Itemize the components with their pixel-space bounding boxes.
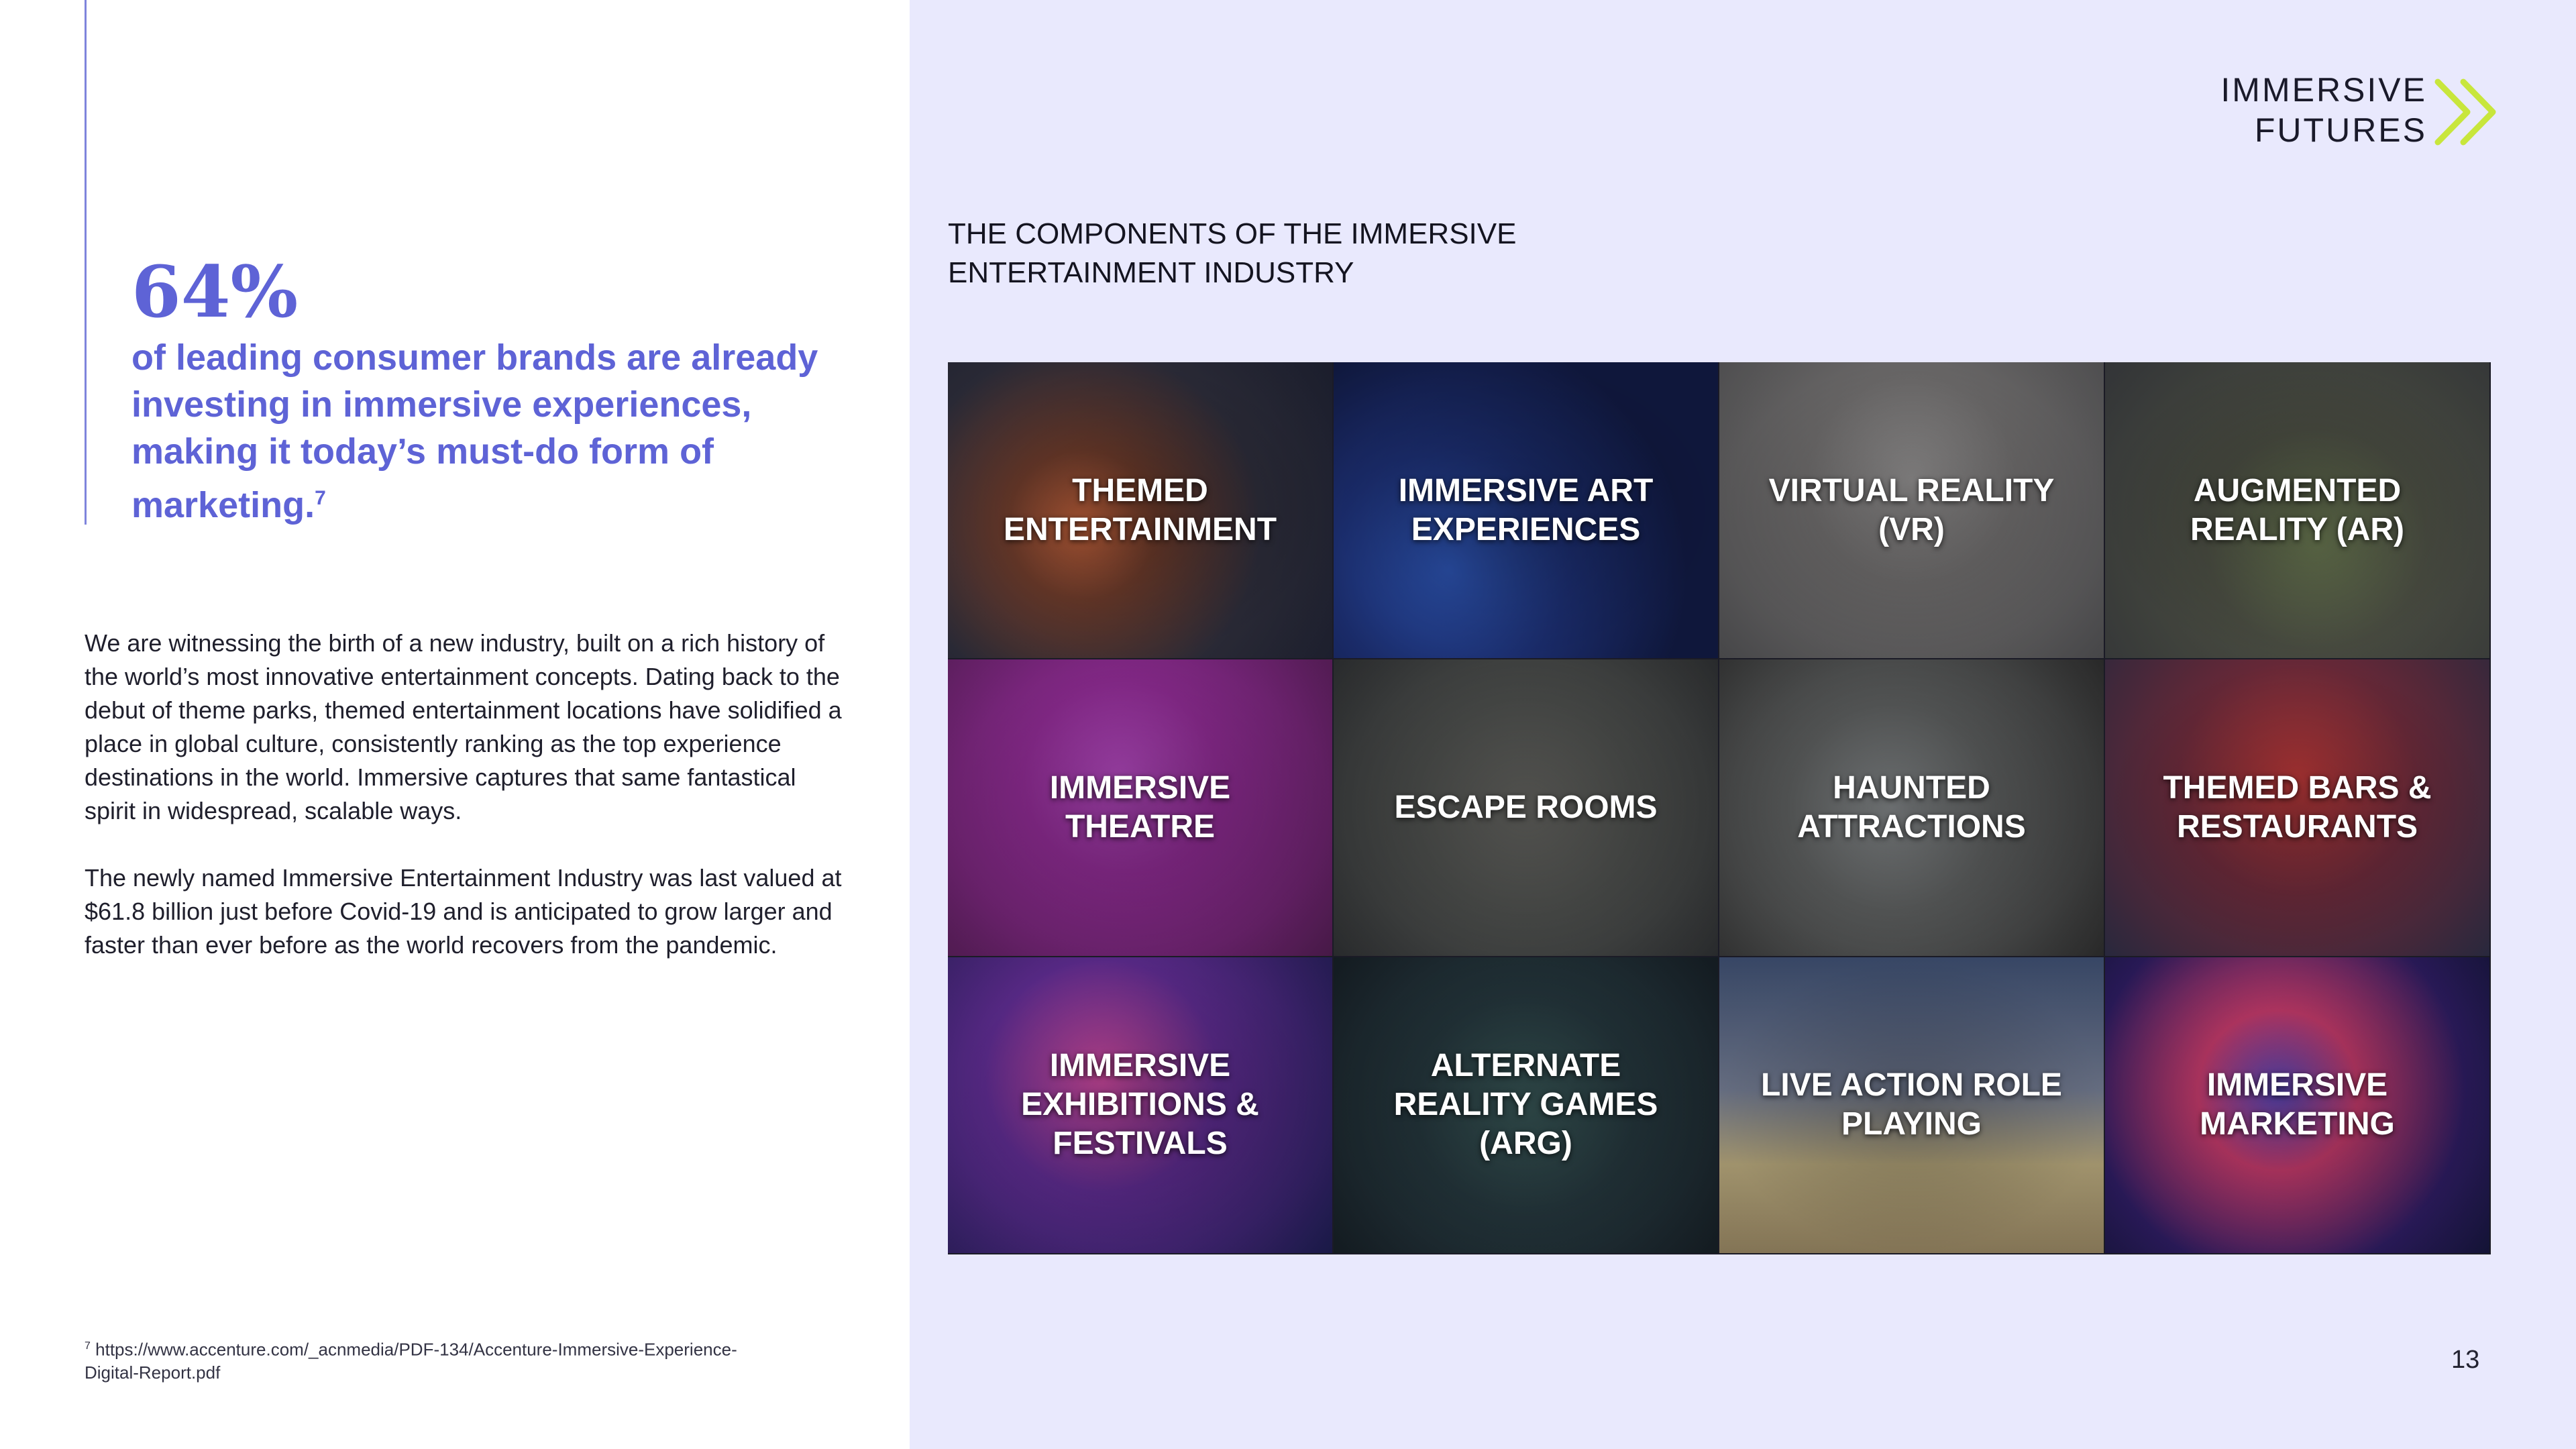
footnote-ref: 7 [315, 487, 326, 509]
stat-value: 64% [131, 250, 299, 333]
left-panel: 64% of leading consumer brands are alrea… [0, 0, 910, 1449]
tile-label: LIVE ACTION ROLE PLAYING [1761, 1067, 2062, 1142]
tile-label: ESCAPE ROOMS [1394, 789, 1658, 825]
tile-exhibitions-festivals[interactable]: IMMERSIVE EXHIBITIONS & FESTIVALS [948, 957, 1334, 1254]
tile-immersive-theatre[interactable]: IMMERSIVE THEATRE [948, 659, 1334, 957]
tile-label: HAUNTED ATTRACTIONS [1797, 769, 2026, 845]
logo-line-1: IMMERSIVE [2220, 71, 2427, 109]
section-title: THE COMPONENTS OF THE IMMERSIVE ENTERTAI… [948, 217, 1517, 289]
tile-label: AUGMENTED REALITY (AR) [2190, 472, 2405, 547]
footnote: 7 https://www.accenture.com/_acnmedia/PD… [85, 1335, 755, 1384]
tile-label: IMMERSIVE ART EXPERIENCES [1398, 472, 1654, 547]
page-number: 13 [2451, 1346, 2480, 1374]
brand-logo: IMMERSIVE FUTURES [2220, 67, 2502, 154]
tile-haunted-attractions[interactable]: HAUNTED ATTRACTIONS [1719, 659, 2105, 957]
body-paragraph-1: We are witnessing the birth of a new ind… [85, 629, 842, 824]
tile-alternate-reality-games[interactable]: ALTERNATE REALITY GAMES (ARG) [1334, 957, 1719, 1254]
tile-themed-entertainment[interactable]: THEMED ENTERTAINMENT [948, 362, 1334, 660]
tile-label: THEMED ENTERTAINMENT [1003, 472, 1277, 547]
logo-wordmark: IMMERSIVE FUTURES [2220, 70, 2427, 150]
tile-immersive-art[interactable]: IMMERSIVE ART EXPERIENCES [1334, 362, 1719, 660]
tile-immersive-marketing[interactable]: IMMERSIVE MARKETING [2105, 957, 2491, 1254]
tile-escape-rooms[interactable]: ESCAPE ROOMS [1334, 659, 1719, 957]
components-grid: THEMED ENTERTAINMENT IMMERSIVE ART EXPER… [948, 362, 2491, 1254]
tile-label: VIRTUAL REALITY (VR) [1768, 472, 2055, 547]
tile-label: THEMED BARS & RESTAURANTS [2163, 769, 2432, 845]
footnote-link[interactable]: https://www.accenture.com/_acnmedia/PDF-… [85, 1340, 737, 1383]
stat-text: of leading consumer brands are already i… [131, 337, 818, 525]
tile-label: IMMERSIVE EXHIBITIONS & FESTIVALS [1021, 1048, 1259, 1162]
tile-augmented-reality[interactable]: AUGMENTED REALITY (AR) [2105, 362, 2491, 660]
double-chevron-icon [2434, 78, 2496, 146]
tile-label: IMMERSIVE THEATRE [1049, 769, 1231, 845]
tile-label: IMMERSIVE MARKETING [2200, 1067, 2395, 1142]
logo-line-2: FUTURES [2254, 111, 2427, 149]
body-copy: We are witnessing the birth of a new ind… [85, 627, 849, 996]
tile-themed-bars[interactable]: THEMED BARS & RESTAURANTS [2105, 659, 2491, 957]
body-paragraph-2: The newly named Immersive Entertainment … [85, 864, 842, 959]
stat-description: of leading consumer brands are already i… [131, 334, 843, 529]
tile-virtual-reality[interactable]: VIRTUAL REALITY (VR) [1719, 362, 2105, 660]
footnote-marker: 7 [85, 1340, 91, 1352]
tile-label: ALTERNATE REALITY GAMES (ARG) [1393, 1048, 1658, 1162]
tile-live-action-role-playing[interactable]: LIVE ACTION ROLE PLAYING [1719, 957, 2105, 1254]
accent-divider [85, 0, 87, 525]
